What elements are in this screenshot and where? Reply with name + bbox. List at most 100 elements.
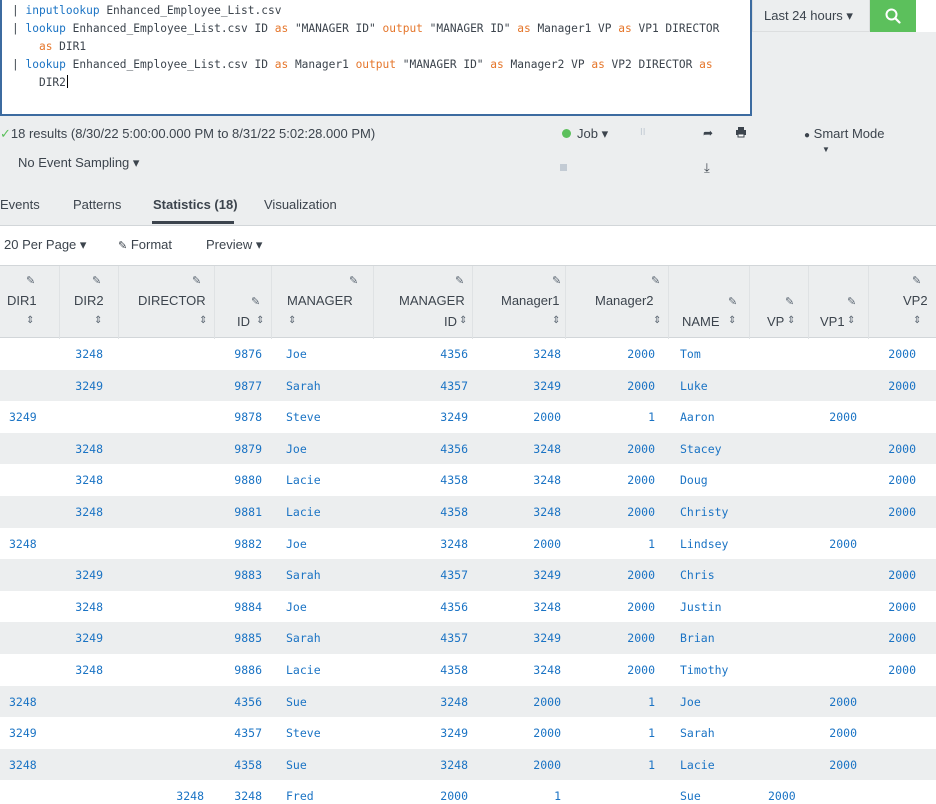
edit-column-icon[interactable]: ✎ — [785, 295, 794, 308]
cell-id[interactable]: 3248 — [234, 789, 262, 803]
pause-icon[interactable]: II — [640, 127, 646, 138]
cell-dir1[interactable]: 3249 — [9, 410, 37, 424]
cell-manager[interactable]: Joe — [286, 537, 307, 551]
cell-manager2[interactable]: 2000 — [627, 442, 655, 456]
cell-manager1[interactable]: 1 — [554, 789, 561, 803]
cell-name[interactable]: Christy — [680, 505, 728, 519]
cell-name[interactable]: Sarah — [680, 726, 715, 740]
column-header-manager-id[interactable]: ✎ MANAGER ID ⇕ — [373, 266, 472, 339]
cell-manager2[interactable]: 2000 — [627, 473, 655, 487]
print-icon[interactable] — [735, 126, 747, 141]
column-header-vp2[interactable]: ✎ VP2 ⇕ — [868, 266, 936, 339]
cell-dir2[interactable]: 3249 — [75, 631, 103, 645]
cell-manager[interactable]: Sarah — [286, 631, 321, 645]
cell-name[interactable]: Timothy — [680, 663, 728, 677]
cell-manager1[interactable]: 3248 — [533, 347, 561, 361]
cell-manager[interactable]: Sue — [286, 695, 307, 709]
edit-column-icon[interactable]: ✎ — [651, 274, 660, 287]
tab-events[interactable]: Events — [0, 197, 40, 212]
sort-icon[interactable]: ⇕ — [94, 315, 102, 326]
tab-statistics[interactable]: Statistics (18) — [153, 197, 238, 212]
search-button[interactable] — [870, 0, 916, 32]
sort-icon[interactable]: ⇕ — [256, 315, 264, 326]
cell-vp1[interactable]: 2000 — [829, 537, 857, 551]
cell-manager2[interactable]: 2000 — [627, 505, 655, 519]
column-header-name[interactable]: ✎ NAME ⇕ — [668, 266, 749, 339]
cell-manager1[interactable]: 3249 — [533, 379, 561, 393]
cell-id[interactable]: 9886 — [234, 663, 262, 677]
cell-name[interactable]: Aaron — [680, 410, 715, 424]
cell-manager-id[interactable]: 3249 — [440, 410, 468, 424]
cell-id[interactable]: 9884 — [234, 600, 262, 614]
search-editor[interactable]: | inputlookup Enhanced_Employee_List.csv… — [0, 0, 752, 116]
cell-manager-id[interactable]: 4357 — [440, 379, 468, 393]
cell-vp2[interactable]: 2000 — [888, 442, 916, 456]
cell-vp1[interactable]: 2000 — [829, 410, 857, 424]
cell-dir2[interactable]: 3248 — [75, 442, 103, 456]
cell-manager1[interactable]: 2000 — [533, 726, 561, 740]
cell-vp[interactable]: 2000 — [768, 789, 796, 803]
cell-vp2[interactable]: 2000 — [888, 473, 916, 487]
cell-manager[interactable]: Lacie — [286, 473, 321, 487]
cell-manager-id[interactable]: 4357 — [440, 631, 468, 645]
cell-id[interactable]: 4358 — [234, 758, 262, 772]
tab-visualization[interactable]: Visualization — [264, 197, 337, 212]
cell-manager[interactable]: Steve — [286, 410, 321, 424]
cell-name[interactable]: Stacey — [680, 442, 722, 456]
cell-id[interactable]: 9880 — [234, 473, 262, 487]
cell-manager1[interactable]: 2000 — [533, 695, 561, 709]
cell-dir2[interactable]: 3249 — [75, 568, 103, 582]
sort-icon[interactable]: ⇕ — [552, 315, 560, 326]
cell-manager-id[interactable]: 4358 — [440, 505, 468, 519]
cell-manager[interactable]: Sarah — [286, 568, 321, 582]
cell-name[interactable]: Joe — [680, 695, 701, 709]
cell-manager1[interactable]: 3248 — [533, 663, 561, 677]
cell-manager1[interactable]: 2000 — [533, 537, 561, 551]
cell-id[interactable]: 9879 — [234, 442, 262, 456]
cell-manager2[interactable]: 1 — [648, 410, 655, 424]
edit-column-icon[interactable]: ✎ — [847, 295, 856, 308]
cell-vp2[interactable]: 2000 — [888, 600, 916, 614]
column-header-manager[interactable]: ✎ MANAGER ⇕ — [271, 266, 373, 339]
cell-manager-id[interactable]: 4357 — [440, 568, 468, 582]
cell-id[interactable]: 4356 — [234, 695, 262, 709]
cell-vp2[interactable]: 2000 — [888, 379, 916, 393]
sort-icon[interactable]: ⇕ — [913, 315, 921, 326]
export-icon[interactable]: ⤓ — [704, 160, 710, 176]
cell-name[interactable]: Sue — [680, 789, 701, 803]
cell-vp2[interactable]: 2000 — [888, 568, 916, 582]
edit-column-icon[interactable]: ✎ — [349, 274, 358, 287]
cell-manager1[interactable]: 3249 — [533, 631, 561, 645]
cell-director[interactable]: 3248 — [176, 789, 204, 803]
format-button[interactable]: ✎ Format — [118, 237, 172, 252]
cell-id[interactable]: 9885 — [234, 631, 262, 645]
cell-manager2[interactable]: 1 — [648, 695, 655, 709]
job-menu[interactable]: Job ▾ — [562, 126, 608, 142]
column-header-vp1[interactable]: ✎ VP1 ⇕ — [808, 266, 868, 339]
cell-manager2[interactable]: 2000 — [627, 600, 655, 614]
cell-manager1[interactable]: 3248 — [533, 442, 561, 456]
cell-manager2[interactable]: 1 — [648, 537, 655, 551]
cell-manager2[interactable]: 2000 — [627, 663, 655, 677]
cell-name[interactable]: Brian — [680, 631, 715, 645]
cell-manager1[interactable]: 3248 — [533, 473, 561, 487]
sort-icon[interactable]: ⇕ — [459, 315, 467, 326]
cell-manager[interactable]: Lacie — [286, 505, 321, 519]
column-header-manager1[interactable]: ✎ Manager1 ⇕ — [472, 266, 565, 339]
cell-vp2[interactable]: 2000 — [888, 347, 916, 361]
cell-name[interactable]: Lindsey — [680, 537, 728, 551]
cell-manager2[interactable]: 2000 — [627, 568, 655, 582]
sort-icon[interactable]: ⇕ — [847, 315, 855, 326]
edit-column-icon[interactable]: ✎ — [251, 295, 260, 308]
sort-icon[interactable]: ⇕ — [653, 315, 661, 326]
sort-icon[interactable]: ⇕ — [199, 315, 207, 326]
cell-vp2[interactable]: 2000 — [888, 663, 916, 677]
cell-manager1[interactable]: 3248 — [533, 505, 561, 519]
cell-dir2[interactable]: 3248 — [75, 505, 103, 519]
column-header-vp[interactable]: ✎ VP ⇕ — [749, 266, 808, 339]
cell-manager[interactable]: Joe — [286, 600, 307, 614]
cell-name[interactable]: Justin — [680, 600, 722, 614]
edit-column-icon[interactable]: ✎ — [912, 274, 921, 287]
cell-manager2[interactable]: 1 — [648, 726, 655, 740]
cell-id[interactable]: 4357 — [234, 726, 262, 740]
